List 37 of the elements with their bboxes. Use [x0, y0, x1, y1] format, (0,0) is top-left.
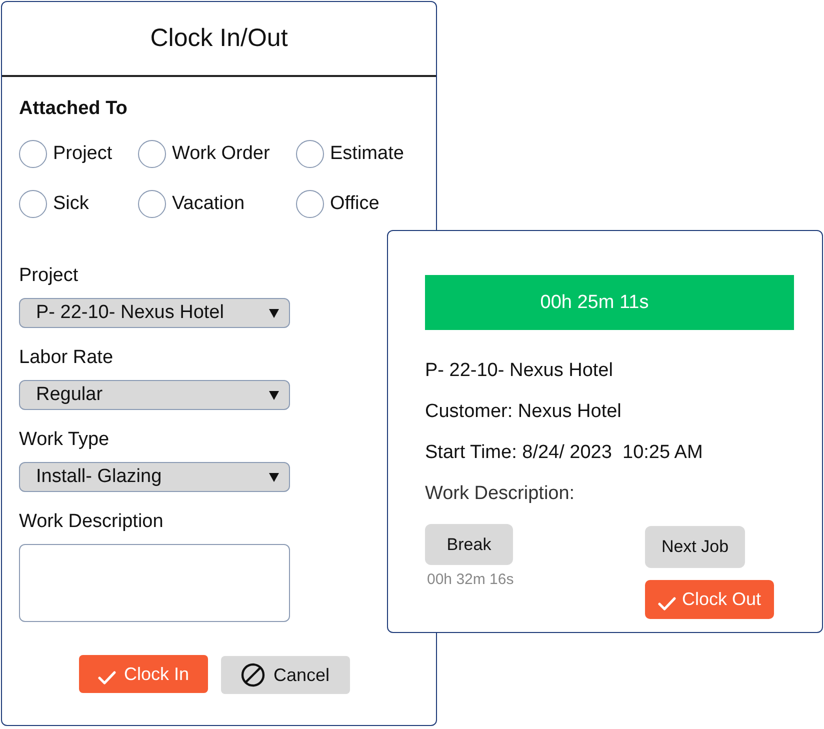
section-label: Attached To — [19, 97, 128, 121]
radio-button[interactable] — [19, 140, 47, 168]
cancel-button[interactable]: Cancel — [221, 656, 350, 694]
cancel-icon — [241, 663, 266, 687]
dropdown-field[interactable]: P- 22-10- Nexus Hotel — [19, 298, 290, 328]
customer-text: Customer: Nexus Hotel — [425, 401, 622, 423]
radio-label[interactable]: Work Order — [172, 143, 270, 165]
field-label: Work Description — [19, 511, 164, 533]
caret-icon — [269, 308, 279, 318]
radio-button[interactable] — [138, 140, 166, 168]
radio-label[interactable]: Estimate — [330, 143, 404, 165]
checkmark-icon — [98, 671, 116, 685]
caret-icon — [269, 390, 279, 400]
dropdown-field[interactable]: Regular — [19, 380, 290, 410]
caret-icon — [269, 472, 279, 482]
radio-label[interactable]: Office — [330, 193, 380, 215]
break-button[interactable]: Break — [425, 524, 513, 565]
radio-label[interactable]: Vacation — [172, 193, 245, 215]
radio-button[interactable] — [296, 140, 324, 168]
break-time-text: 00h 32m 16s — [427, 571, 514, 588]
radio-button[interactable] — [296, 190, 324, 218]
dropdown-field[interactable]: Install- Glazing — [19, 462, 290, 492]
work-description-text: Work Description: — [425, 483, 575, 505]
radio-button[interactable] — [138, 190, 166, 218]
project-text: P- 22-10- Nexus Hotel — [425, 360, 613, 382]
elapsed-timer-bar: 00h 25m 11s — [425, 275, 794, 330]
field-label: Work Type — [19, 429, 110, 451]
field-label: Project — [19, 265, 78, 287]
radio-label[interactable]: Project — [53, 143, 112, 165]
field-label: Labor Rate — [19, 347, 114, 369]
radio-label[interactable]: Sick — [53, 193, 89, 215]
radio-button[interactable] — [19, 190, 47, 218]
start-time-text: Start Time: 8/24/ 2023 10:25 AM — [425, 442, 703, 464]
dialog-title: Clock In/Out — [150, 24, 288, 53]
text-area-field[interactable] — [19, 544, 290, 622]
checkmark-icon — [658, 596, 676, 610]
next-job-button[interactable]: Next Job — [645, 526, 745, 568]
